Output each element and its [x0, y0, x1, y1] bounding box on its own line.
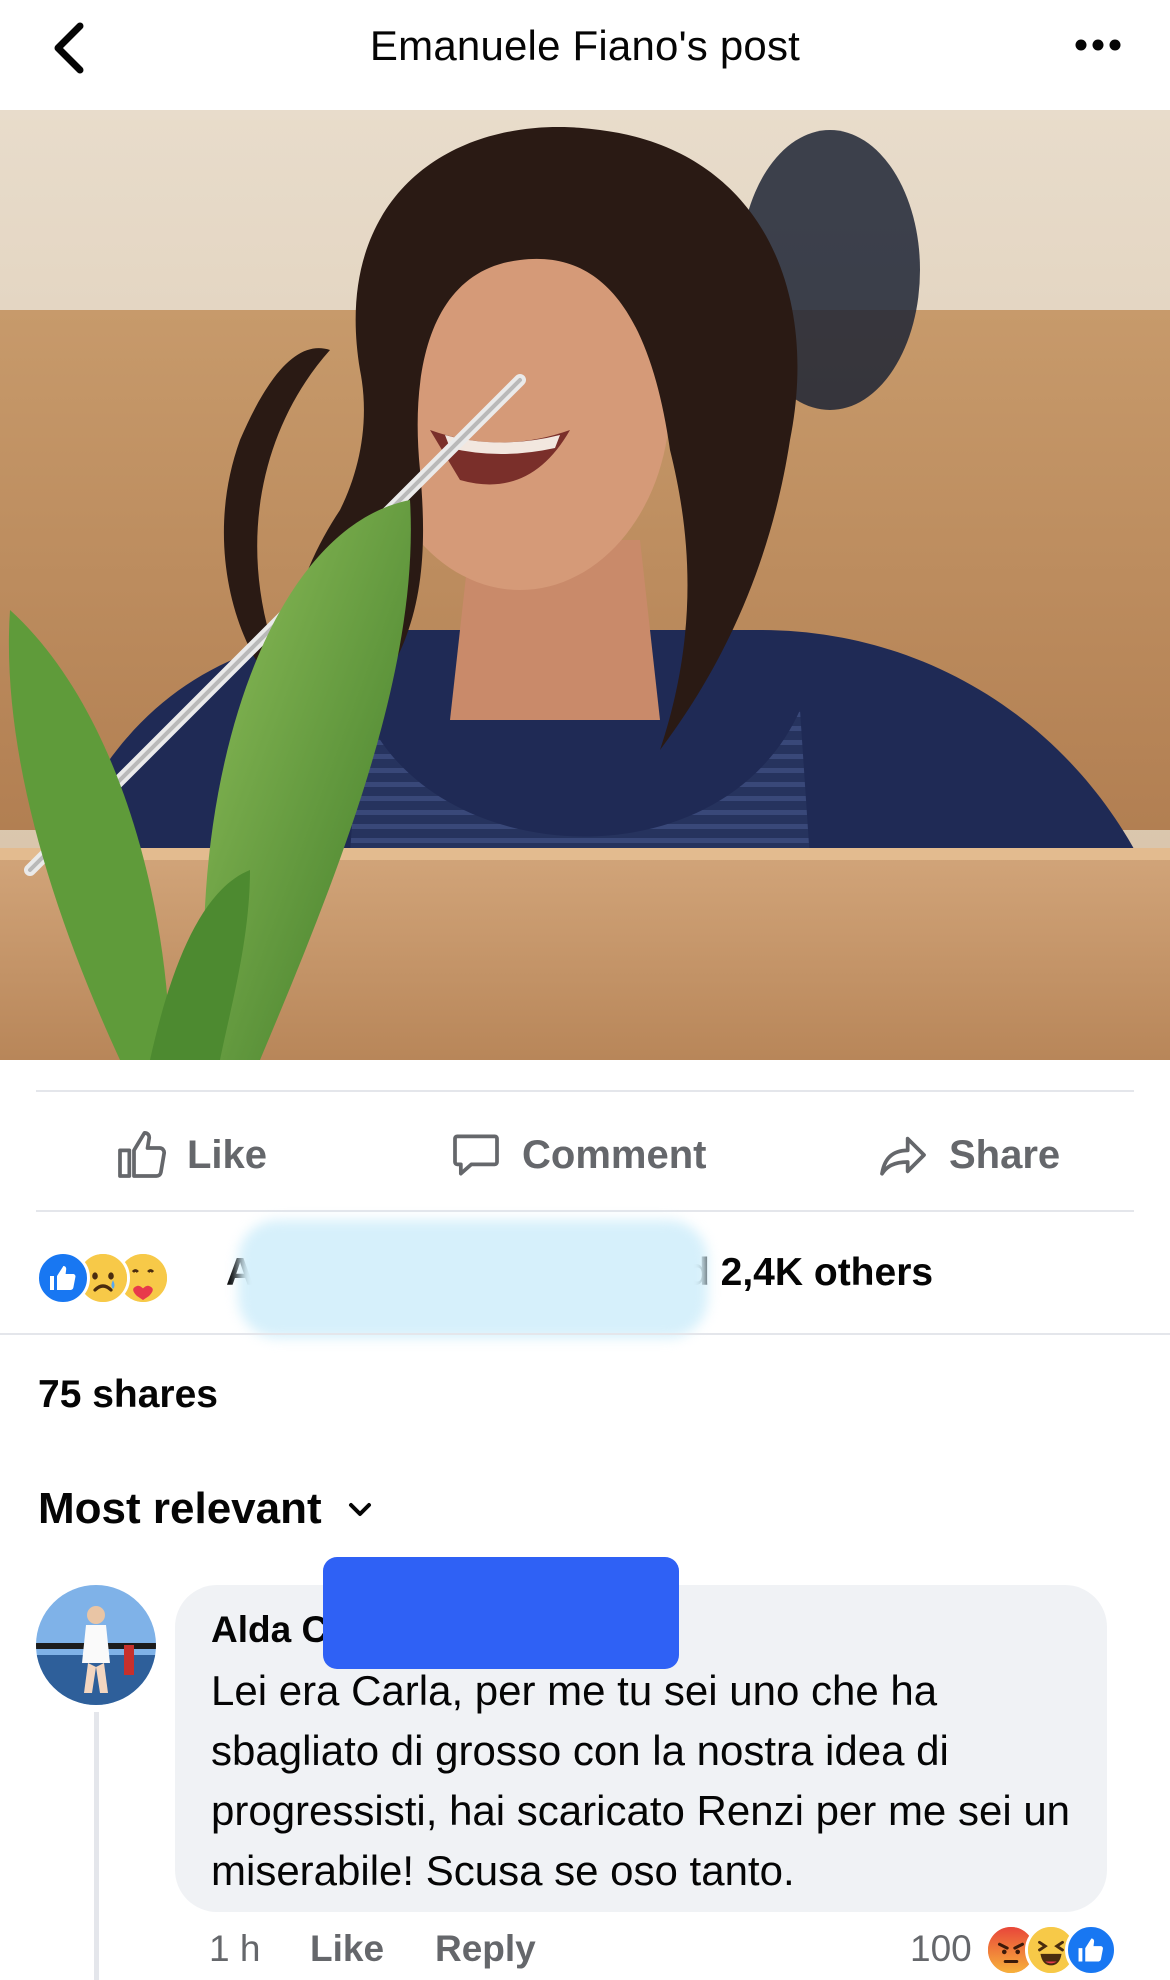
chevron-down-icon: [348, 1503, 371, 1516]
comment-author[interactable]: Alda C: [211, 1609, 328, 1651]
shares-count[interactable]: 75 shares: [38, 1373, 218, 1417]
avatar[interactable]: [36, 1585, 156, 1705]
post-photo[interactable]: [0, 110, 1170, 1060]
comment-reply-button[interactable]: Reply: [435, 1928, 536, 1970]
share-button[interactable]: Share: [875, 1120, 1060, 1190]
reply-thread-line: [94, 1712, 99, 1980]
reactions-summary[interactable]: And 2,4K others: [36, 1220, 1136, 1338]
like-reaction-icon: [36, 1251, 90, 1305]
photo-illustration: [0, 110, 1170, 1060]
thumbs-up-icon: [118, 1130, 167, 1178]
comment-label: Comment: [522, 1132, 707, 1177]
comment-bubble[interactable]: Alda C Lei era Carla, per me tu sei uno …: [175, 1557, 1107, 1912]
comments-sort-label: Most relevant: [38, 1484, 322, 1533]
comment-button[interactable]: Comment: [448, 1120, 706, 1190]
comment-text: Lei era Carla, per me tu sei uno che ha …: [211, 1667, 1071, 1894]
divider: [36, 1210, 1134, 1212]
comments-sort-dropdown[interactable]: Most relevant: [38, 1484, 374, 1534]
redaction-mask: [238, 1220, 708, 1338]
post-header: Emanuele Fiano's post: [0, 0, 1170, 110]
page-title: Emanuele Fiano's post: [369, 22, 801, 69]
like-reaction-icon: [1065, 1924, 1117, 1976]
divider: [0, 1333, 1170, 1335]
share-arrow-icon: [880, 1136, 926, 1176]
comment-like-button[interactable]: Like: [310, 1928, 384, 1970]
like-button[interactable]: Like: [113, 1120, 267, 1190]
comment-time: 1 h: [209, 1928, 261, 1969]
share-label: Share: [949, 1132, 1061, 1177]
avatar-image: [36, 1585, 156, 1705]
comment-bubble-icon: [453, 1134, 499, 1176]
like-label: Like: [187, 1132, 268, 1177]
divider: [36, 1090, 1134, 1092]
comment-reaction-count[interactable]: 100: [910, 1928, 972, 1970]
ellipsis-icon[interactable]: [1074, 38, 1122, 52]
redaction-mask: [323, 1557, 679, 1669]
